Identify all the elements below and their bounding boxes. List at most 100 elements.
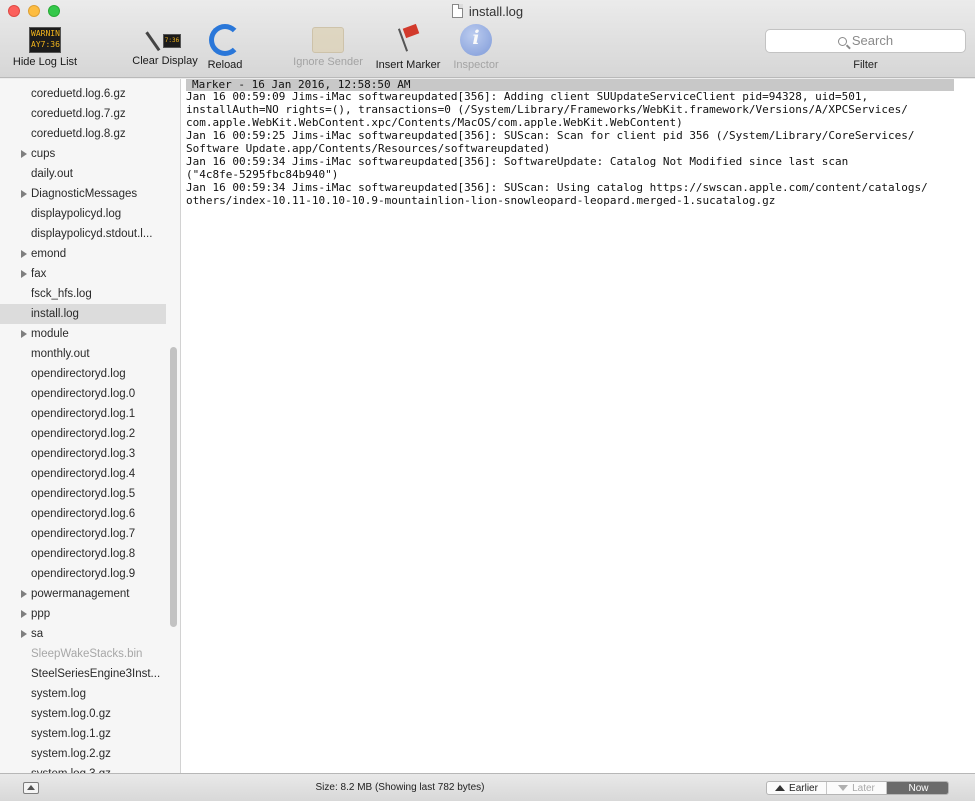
sidebar-log-file[interactable]: coreduetd.log.8.gz	[0, 124, 166, 144]
sidebar-item-label: opendirectoryd.log.9	[31, 568, 136, 580]
later-label: Later	[852, 783, 875, 794]
sidebar-log-file[interactable]: system.log.3.gz	[0, 764, 166, 773]
sidebar-log-file[interactable]: opendirectoryd.log.2	[0, 424, 166, 444]
sidebar-log-file[interactable]: SteelSeriesEngine3Inst...	[0, 664, 166, 684]
search-input[interactable]: Search	[765, 29, 966, 53]
sidebar-item-label: monthly.out	[31, 348, 90, 360]
time-navigation: Earlier Later Now	[766, 781, 949, 795]
disclosure-triangle-icon[interactable]	[21, 590, 27, 598]
sidebar-log-file[interactable]: opendirectoryd.log.9	[0, 564, 166, 584]
sidebar-log-file[interactable]: system.log.1.gz	[0, 724, 166, 744]
sidebar-log-file[interactable]: opendirectoryd.log.5	[0, 484, 166, 504]
sidebar-item-label: coreduetd.log.6.gz	[31, 88, 126, 100]
sidebar-scrollbar[interactable]	[170, 347, 177, 627]
sidebar-item-label: install.log	[31, 308, 79, 320]
toolbar: install.log WARNIN AY7:36 Hide Log List …	[0, 0, 975, 78]
sidebar-log-file[interactable]: monthly.out	[0, 344, 166, 364]
log-line: Software Update.app/Contents/Resources/s…	[186, 142, 551, 155]
sidebar-item-label: system.log	[31, 688, 86, 700]
ignore-sender-icon	[312, 27, 344, 53]
sidebar-log-file[interactable]: opendirectoryd.log.8	[0, 544, 166, 564]
sidebar-log-file[interactable]: displaypolicyd.log	[0, 204, 166, 224]
later-button[interactable]: Later	[827, 782, 887, 794]
sidebar-item-label: displaypolicyd.log	[31, 208, 122, 220]
disclosure-triangle-icon[interactable]	[21, 250, 27, 258]
sidebar-folder[interactable]: sa	[0, 624, 166, 644]
log-line: others/index-10.11-10.10-10.9-mountainli…	[186, 194, 776, 207]
sidebar-item-label: system.log.1.gz	[31, 728, 111, 740]
sidebar-item-label: system.log.0.gz	[31, 708, 111, 720]
inspector-button[interactable]: i Inspector	[449, 24, 503, 71]
sidebar-folder[interactable]: powermanagement	[0, 584, 166, 604]
sidebar-log-file[interactable]: coreduetd.log.6.gz	[0, 84, 166, 104]
arrow-down-icon	[838, 785, 849, 791]
disclosure-triangle-icon[interactable]	[21, 270, 27, 278]
sidebar-folder[interactable]: module	[0, 324, 166, 344]
disclosure-triangle-icon[interactable]	[21, 610, 27, 618]
log-line: Jan 16 00:59:25 Jims-iMac softwareupdate…	[186, 129, 915, 142]
sidebar-log-file[interactable]: coreduetd.log.7.gz	[0, 104, 166, 124]
sidebar-log-file[interactable]: opendirectoryd.log.0	[0, 384, 166, 404]
sidebar-item-label: coreduetd.log.7.gz	[31, 108, 126, 120]
sidebar-folder[interactable]: cups	[0, 144, 166, 164]
sidebar-log-file[interactable]: opendirectoryd.log.3	[0, 444, 166, 464]
earlier-button[interactable]: Earlier	[767, 782, 827, 794]
sidebar-item-label: opendirectoryd.log.6	[31, 508, 136, 520]
sidebar-item-label: opendirectoryd.log	[31, 368, 126, 380]
sidebar-item-label: daily.out	[31, 168, 73, 180]
log-list-icon: WARNIN AY7:36	[29, 27, 61, 53]
now-button[interactable]: Now	[887, 782, 948, 794]
disclosure-triangle-icon[interactable]	[21, 150, 27, 158]
log-content-area[interactable]: Marker - 16 Jan 2016, 12:58:50 AM Jan 16…	[181, 79, 975, 773]
sidebar-log-file[interactable]: opendirectoryd.log.7	[0, 524, 166, 544]
reload-label: Reload	[207, 59, 243, 71]
clear-display-button[interactable]: 7:36 Clear Display	[127, 22, 203, 67]
ignore-sender-button[interactable]: Ignore Sender	[289, 24, 367, 68]
sidebar-item-label: SleepWakeStacks.bin	[31, 648, 143, 660]
sidebar-log-file[interactable]: install.log	[0, 304, 166, 324]
disclosure-triangle-icon[interactable]	[21, 630, 27, 638]
hide-log-list-button[interactable]: WARNIN AY7:36 Hide Log List	[8, 24, 82, 68]
insert-marker-label: Insert Marker	[375, 59, 441, 71]
sidebar-log-file[interactable]: system.log.0.gz	[0, 704, 166, 724]
insert-marker-button[interactable]: Insert Marker	[371, 23, 445, 71]
sidebar-item-label: opendirectoryd.log.0	[31, 388, 136, 400]
status-text: Size: 8.2 MB (Showing last 782 bytes)	[315, 782, 485, 793]
clear-display-icon-text: 7:36	[163, 34, 181, 48]
sidebar-folder[interactable]: ppp	[0, 604, 166, 624]
sidebar-log-file[interactable]: opendirectoryd.log.1	[0, 404, 166, 424]
sidebar-log-file[interactable]: fsck_hfs.log	[0, 284, 166, 304]
sidebar-item-label: powermanagement	[31, 588, 130, 600]
sidebar-log-file[interactable]: opendirectoryd.log.4	[0, 464, 166, 484]
sidebar-folder[interactable]: DiagnosticMessages	[0, 184, 166, 204]
sidebar-log-file[interactable]: system.log	[0, 684, 166, 704]
sidebar-log-file[interactable]: daily.out	[0, 164, 166, 184]
log-line: installAuth=NO rights=(), transactions=0…	[186, 103, 908, 116]
sidebar-folder[interactable]: emond	[0, 244, 166, 264]
bottom-bar: Size: 8.2 MB (Showing last 782 bytes) Ea…	[0, 773, 975, 801]
sidebar-folder[interactable]: fax	[0, 264, 166, 284]
log-list-sidebar[interactable]: coreduetd.log.6.gz coreduetd.log.7.gz core…	[0, 79, 181, 773]
window-title-text: install.log	[468, 4, 524, 19]
inspector-label: Inspector	[453, 59, 499, 71]
flag-icon	[392, 23, 424, 56]
sidebar-log-file[interactable]: SleepWakeStacks.bin	[0, 644, 166, 664]
arrow-up-icon	[775, 785, 786, 791]
sidebar-log-file[interactable]: displaypolicyd.stdout.l...	[0, 224, 166, 244]
clear-display-label: Clear Display	[132, 55, 198, 67]
broom-icon: 7:36	[145, 22, 181, 52]
filter-label: Filter	[853, 59, 878, 71]
disclosure-triangle-icon[interactable]	[21, 330, 27, 338]
sidebar-item-label: fsck_hfs.log	[31, 288, 92, 300]
earlier-label: Earlier	[789, 783, 818, 794]
sidebar-item-label: displaypolicyd.stdout.l...	[31, 228, 153, 240]
log-line: com.apple.WebKit.WebContent.xpc/Contents…	[186, 116, 683, 129]
reload-button[interactable]: Reload	[204, 24, 246, 71]
ignore-sender-label: Ignore Sender	[293, 56, 363, 68]
sidebar-log-file[interactable]: opendirectoryd.log.6	[0, 504, 166, 524]
log-line: Jan 16 00:59:34 Jims-iMac softwareupdate…	[186, 181, 928, 194]
disclosure-triangle-icon[interactable]	[21, 190, 27, 198]
sidebar-log-file[interactable]: opendirectoryd.log	[0, 364, 166, 384]
sidebar-log-file[interactable]: system.log.2.gz	[0, 744, 166, 764]
reload-icon	[209, 24, 241, 56]
